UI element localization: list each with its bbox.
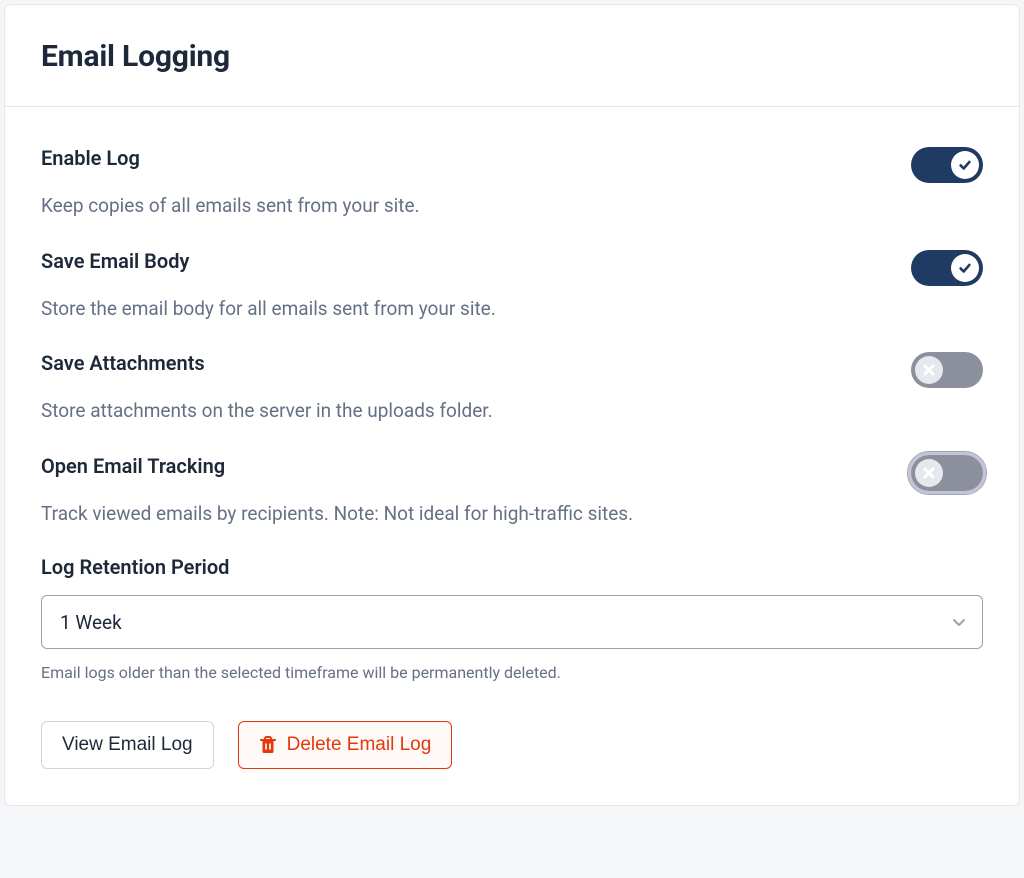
x-icon: [923, 364, 935, 376]
check-icon: [958, 261, 972, 275]
action-buttons: View Email Log Delete Email Log: [41, 721, 983, 769]
setting-save-attachments: Save Attachments Store attachments on th…: [41, 322, 983, 425]
page-title: Email Logging: [41, 39, 983, 74]
save-body-label: Save Email Body: [41, 248, 496, 275]
save-body-description: Store the email body for all emails sent…: [41, 295, 496, 323]
open-tracking-description: Track viewed emails by recipients. Note:…: [41, 500, 633, 528]
email-logging-card: Email Logging Enable Log Keep copies of …: [4, 4, 1020, 806]
open-tracking-toggle[interactable]: [911, 455, 983, 491]
setting-enable-log: Enable Log Keep copies of all emails sen…: [41, 117, 983, 220]
view-email-log-label: View Email Log: [62, 734, 193, 756]
trash-icon: [259, 735, 277, 755]
enable-log-description: Keep copies of all emails sent from your…: [41, 192, 420, 220]
enable-log-label: Enable Log: [41, 145, 420, 172]
setting-open-tracking: Open Email Tracking Track viewed emails …: [41, 425, 983, 528]
x-icon: [923, 467, 935, 479]
retention-selected-value: 1 Week: [60, 611, 122, 634]
retention-field: Log Retention Period 1 Week Email logs o…: [41, 555, 983, 685]
enable-log-toggle[interactable]: [911, 147, 983, 183]
retention-select[interactable]: 1 Week: [41, 595, 983, 649]
view-email-log-button[interactable]: View Email Log: [41, 721, 214, 769]
save-attachments-description: Store attachments on the server in the u…: [41, 397, 493, 425]
setting-save-body: Save Email Body Store the email body for…: [41, 220, 983, 323]
open-tracking-label: Open Email Tracking: [41, 453, 633, 480]
card-header: Email Logging: [5, 5, 1019, 107]
save-body-toggle[interactable]: [911, 250, 983, 286]
retention-help-text: Email logs older than the selected timef…: [41, 661, 983, 685]
delete-email-log-button[interactable]: Delete Email Log: [238, 721, 453, 769]
check-icon: [958, 158, 972, 172]
card-body: Enable Log Keep copies of all emails sen…: [5, 107, 1019, 805]
delete-email-log-label: Delete Email Log: [287, 734, 432, 756]
retention-label: Log Retention Period: [41, 555, 983, 579]
save-attachments-toggle[interactable]: [911, 352, 983, 388]
save-attachments-label: Save Attachments: [41, 350, 493, 377]
